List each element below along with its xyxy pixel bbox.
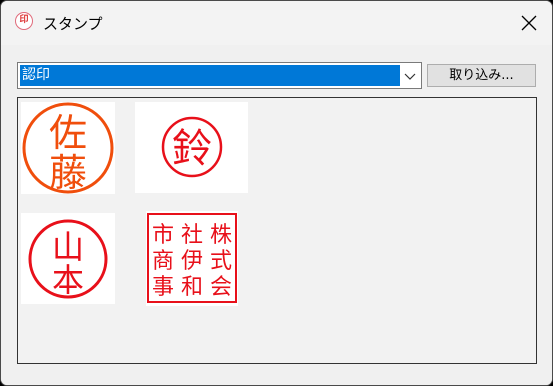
- category-selected-value: 認印: [20, 65, 400, 86]
- stamp-sato-line1: 佐: [49, 111, 87, 155]
- stamp-suzuki-line1: 鈴: [172, 126, 212, 172]
- close-button[interactable]: [512, 7, 546, 39]
- title-bar: 印 スタンプ: [1, 1, 552, 45]
- stamp-list: 佐 藤 鈴 山 本 株 式 会 社 伊 和 市 商 事: [17, 97, 537, 364]
- chevron-down-icon: [404, 73, 416, 80]
- stamp-corporate-image: 株 式 会 社 伊 和 市 商 事: [147, 213, 237, 303]
- stamp-dialog: 印 スタンプ 認印 取り込み... 佐 藤 鈴 山 本 株 式 会 社 伊 和 …: [0, 0, 553, 386]
- svg-text:伊: 伊: [181, 249, 203, 274]
- stamp-sato-image: 佐 藤: [22, 102, 114, 194]
- stamp-item-sato[interactable]: 佐 藤: [21, 102, 115, 194]
- category-dropdown[interactable]: 認印: [17, 62, 422, 89]
- window-title: スタンプ: [43, 15, 103, 33]
- svg-text:商: 商: [152, 249, 174, 274]
- svg-text:和: 和: [181, 275, 203, 300]
- svg-text:市: 市: [152, 223, 174, 248]
- svg-text:式: 式: [210, 249, 232, 274]
- svg-text:社: 社: [181, 223, 203, 248]
- stamp-yamamoto-line2: 本: [52, 261, 84, 299]
- stamp-item-corporate[interactable]: 株 式 会 社 伊 和 市 商 事: [146, 211, 238, 306]
- svg-text:事: 事: [152, 275, 174, 300]
- import-button[interactable]: 取り込み...: [427, 64, 536, 87]
- stamp-app-icon: 印: [15, 12, 33, 30]
- svg-text:株: 株: [210, 223, 232, 248]
- stamp-item-suzuki[interactable]: 鈴: [135, 102, 248, 193]
- dialog-body: 認印 取り込み... 佐 藤 鈴 山 本 株 式 会 社 伊 和 市 商 事: [1, 45, 552, 385]
- stamp-item-yamamoto[interactable]: 山 本: [21, 213, 115, 304]
- svg-text:会: 会: [210, 275, 232, 300]
- stamp-suzuki-image: 鈴: [161, 116, 223, 178]
- close-icon: [521, 15, 537, 31]
- stamp-sato-line2: 藤: [49, 151, 87, 194]
- stamp-yamamoto-image: 山 本: [28, 219, 108, 299]
